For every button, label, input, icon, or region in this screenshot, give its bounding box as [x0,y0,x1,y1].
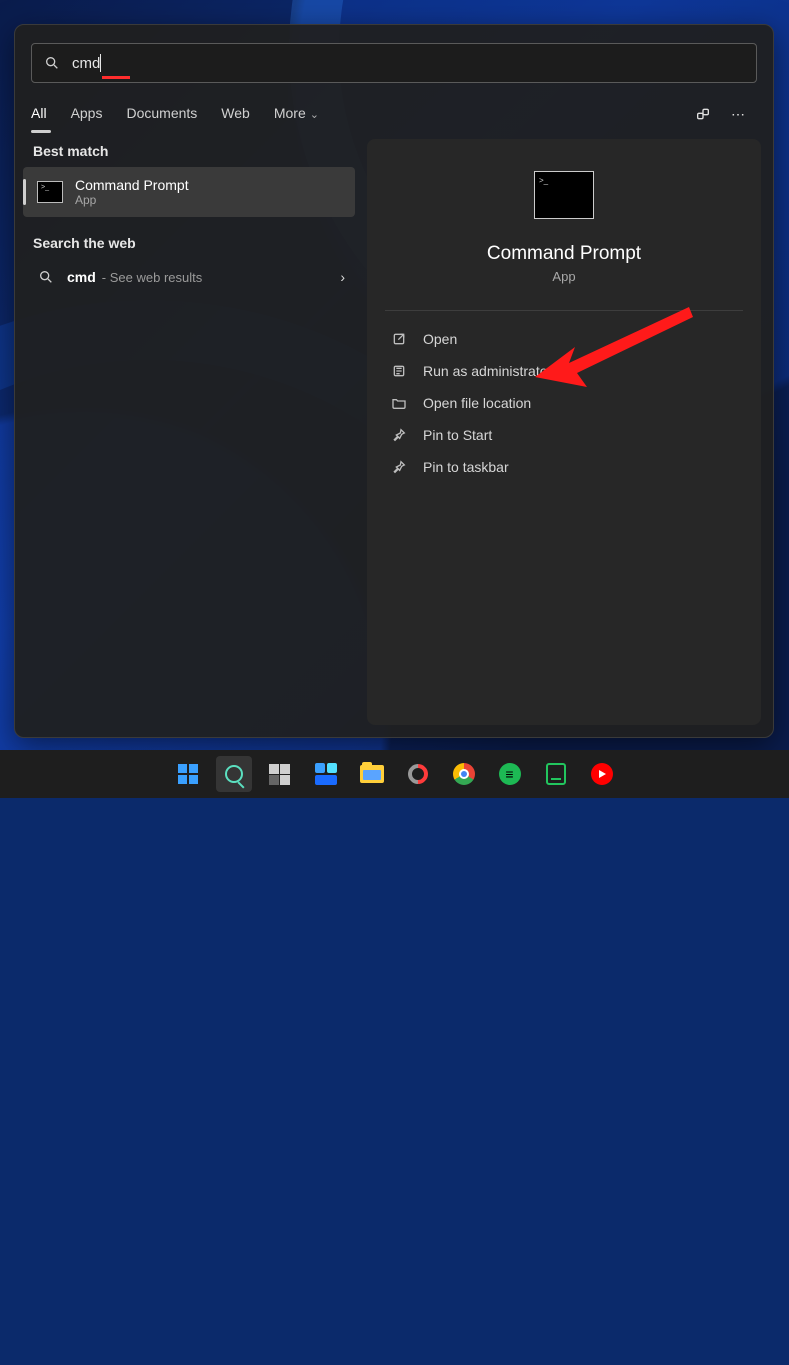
tab-all[interactable]: All [31,99,59,129]
best-match-heading: Best match [19,139,359,167]
preview-title: Command Prompt [385,243,743,265]
taskbar-app-ring[interactable] [400,756,436,792]
spotify-button[interactable]: ≡ [492,756,528,792]
divider [385,310,743,311]
tab-more-label: More [274,105,306,121]
start-button[interactable] [170,756,206,792]
tab-web[interactable]: Web [221,99,262,129]
ring-icon [403,760,431,788]
action-open-file-location[interactable]: Open file location [385,387,743,419]
phone-icon [546,763,566,785]
folder-icon [389,395,409,411]
open-icon [389,331,409,347]
action-list: Open Run as administrator Open file loca… [385,323,743,483]
youtube-music-icon [591,763,613,785]
task-view-button[interactable] [262,756,298,792]
start-search-panel: cmd All Apps Documents Web More ⌄ ⋯ Best … [14,24,774,738]
action-pin-to-start[interactable]: Pin to Start [385,419,743,451]
shield-icon [389,363,409,379]
file-explorer-button[interactable] [354,756,390,792]
search-icon [225,765,243,783]
action-run-as-administrator[interactable]: Run as administrator [385,355,743,387]
web-search-result[interactable]: cmd - See web results › [19,259,359,295]
taskbar-search-button[interactable] [216,756,252,792]
taskbar: ≡ [0,750,789,798]
result-subtitle: App [75,193,189,207]
results-column: Best match >_ Command Prompt App Search … [15,139,363,737]
search-web-heading: Search the web [19,231,359,259]
best-match-result[interactable]: >_ Command Prompt App [23,167,355,217]
pin-icon [389,459,409,475]
search-icon [33,269,59,285]
preview-subtitle: App [385,269,743,284]
spotify-icon: ≡ [499,763,521,785]
phone-link-button[interactable] [538,756,574,792]
search-filter-tabs: All Apps Documents Web More ⌄ ⋯ [15,95,773,139]
tab-more[interactable]: More ⌄ [274,99,331,129]
action-open[interactable]: Open [385,323,743,355]
command-prompt-icon: >_ [37,181,63,203]
action-label: Pin to taskbar [423,459,509,475]
tab-documents[interactable]: Documents [126,99,209,129]
action-label: Open file location [423,395,531,411]
search-box[interactable]: cmd [31,43,757,83]
preview-pane: >_ Command Prompt App Open Run as admini… [367,139,761,725]
widgets-icon [315,763,337,785]
action-label: Run as administrator [423,363,552,379]
action-label: Pin to Start [423,427,492,443]
web-result-term: cmd [67,269,96,285]
chevron-down-icon: ⌄ [310,109,319,121]
task-view-icon [269,764,290,785]
folder-icon [360,765,384,783]
result-title: Command Prompt [75,177,189,193]
tab-apps[interactable]: Apps [71,99,115,129]
action-pin-to-taskbar[interactable]: Pin to taskbar [385,451,743,483]
pin-icon [389,427,409,443]
widgets-button[interactable] [308,756,344,792]
chrome-icon [453,763,475,785]
command-prompt-icon: >_ [534,171,594,219]
web-result-desc: - See web results [102,270,202,285]
more-options-button[interactable]: ⋯ [721,99,757,129]
action-label: Open [423,331,457,347]
work-school-toggle-button[interactable] [685,99,721,129]
chevron-right-icon: › [340,269,345,285]
spellcheck-underline [102,76,130,79]
windows-logo-icon [178,764,198,784]
chrome-button[interactable] [446,756,482,792]
youtube-music-button[interactable] [584,756,620,792]
